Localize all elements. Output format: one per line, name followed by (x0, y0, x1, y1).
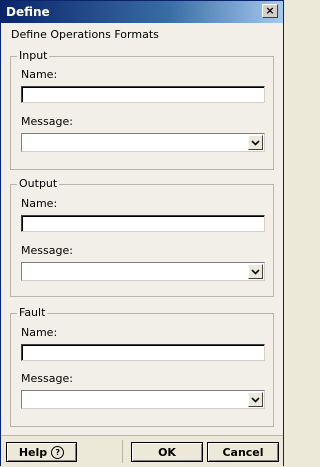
fault-name-label: Name: (21, 326, 58, 339)
fault-message-dropdown-button[interactable] (248, 392, 263, 407)
title-bar[interactable]: Define × (1, 1, 283, 23)
cancel-label: Cancel (222, 445, 264, 459)
close-button[interactable]: × (262, 4, 278, 18)
input-group: Input Name: Message: (10, 49, 274, 170)
close-icon: × (265, 4, 275, 17)
fault-legend: Fault (17, 306, 48, 319)
input-message-dropdown-button[interactable] (248, 135, 263, 150)
ok-button[interactable]: OK (131, 442, 203, 462)
output-message-select[interactable] (21, 262, 265, 281)
ok-label: OK (158, 445, 176, 459)
help-icon: ? (51, 445, 65, 459)
chevron-down-icon (251, 268, 260, 275)
fault-group: Fault Name: Message: (10, 306, 274, 427)
output-message-label: Message: (21, 244, 73, 257)
input-name-field[interactable] (21, 86, 265, 103)
help-button[interactable]: Help ? (6, 442, 77, 462)
footer-divider (122, 440, 123, 463)
input-message-select[interactable] (21, 133, 265, 152)
input-name-label: Name: (21, 68, 58, 81)
cancel-button[interactable]: Cancel (207, 442, 279, 462)
output-message-dropdown-button[interactable] (248, 264, 263, 279)
help-label: Help (18, 445, 48, 459)
chevron-down-icon (251, 139, 260, 146)
input-legend: Input (17, 49, 50, 62)
fault-message-label: Message: (21, 372, 73, 385)
chevron-down-icon (251, 396, 260, 403)
fault-name-field[interactable] (21, 344, 265, 361)
output-group: Output Name: Message: (10, 177, 274, 297)
define-dialog: Define × Define Operations Formats Input… (0, 0, 284, 467)
button-bar: Help ? OK Cancel (1, 435, 283, 467)
dialog-subtitle: Define Operations Formats (11, 28, 159, 41)
output-name-label: Name: (21, 197, 58, 210)
output-name-field[interactable] (21, 215, 265, 232)
fault-message-select[interactable] (21, 390, 265, 409)
window-title: Define (6, 5, 50, 19)
output-legend: Output (17, 177, 60, 190)
input-message-label: Message: (21, 115, 73, 128)
